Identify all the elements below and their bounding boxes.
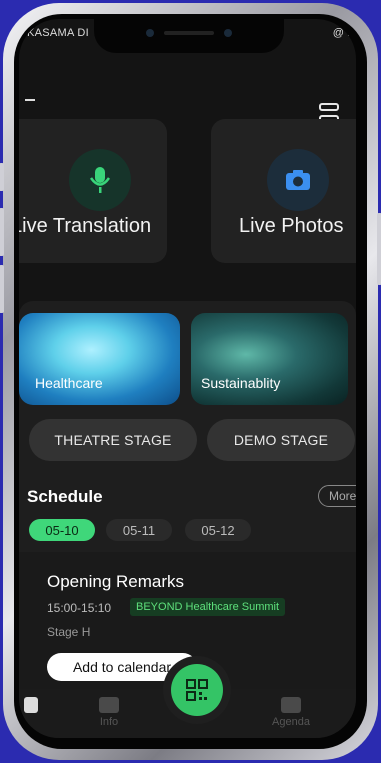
- mute-switch: [0, 163, 4, 191]
- power-button: [377, 213, 381, 285]
- live-photos-card[interactable]: Live Photos: [211, 119, 356, 263]
- chat-icon: [99, 697, 119, 713]
- notch: [94, 19, 284, 53]
- event-tag: BEYOND Healthcare Summit: [130, 598, 286, 616]
- topic-label: Sustainablity: [201, 375, 281, 391]
- event-title: Opening Remarks: [47, 572, 185, 591]
- date-chip[interactable]: 05-11: [106, 519, 172, 541]
- live-photos-label: Live Photos: [239, 215, 344, 237]
- app-screen: KASAMA DI @ . Live Translation Live Phot…: [19, 19, 356, 738]
- tab-label: Info: [99, 716, 119, 728]
- home-icon: [24, 697, 38, 713]
- carrier-label: KASAMA DI: [27, 27, 89, 39]
- camera-icon: [267, 149, 329, 211]
- more-button[interactable]: More: [318, 485, 356, 507]
- schedule-title: Schedule: [27, 487, 103, 506]
- theatre-stage-button[interactable]: THEATRE STAGE: [29, 419, 197, 461]
- sensor-dot: [224, 29, 232, 37]
- volume-down-button: [0, 265, 4, 313]
- tab-agenda[interactable]: Agenda: [269, 697, 313, 728]
- topic-label: Healthcare: [35, 375, 103, 391]
- tab-label: Agenda: [272, 716, 310, 728]
- live-translation-label: Live Translation: [19, 215, 152, 237]
- topic-card-sustainability[interactable]: Sustainablity: [191, 313, 348, 405]
- topic-card-healthcare[interactable]: Healthcare: [19, 313, 180, 405]
- speaker-grille: [164, 31, 214, 35]
- event-time: 15:00-15:10: [47, 601, 112, 615]
- status-icon: @ .: [332, 27, 350, 39]
- volume-up-button: [0, 208, 4, 256]
- back-icon[interactable]: [25, 99, 35, 101]
- live-translation-card[interactable]: Live Translation: [19, 119, 167, 263]
- tab-home[interactable]: [19, 697, 43, 716]
- calendar-icon: [281, 697, 301, 713]
- event-location: Stage H: [47, 625, 91, 639]
- tab-info[interactable]: Info: [89, 697, 129, 728]
- qr-code-button[interactable]: [171, 664, 223, 716]
- qr-code-icon: [186, 679, 208, 701]
- date-chip[interactable]: 05-12: [185, 519, 251, 541]
- microphone-icon: [69, 149, 131, 211]
- date-chip-selected[interactable]: 05-10: [29, 519, 95, 541]
- demo-stage-button[interactable]: DEMO STAGE: [207, 419, 355, 461]
- camera-dot: [146, 29, 154, 37]
